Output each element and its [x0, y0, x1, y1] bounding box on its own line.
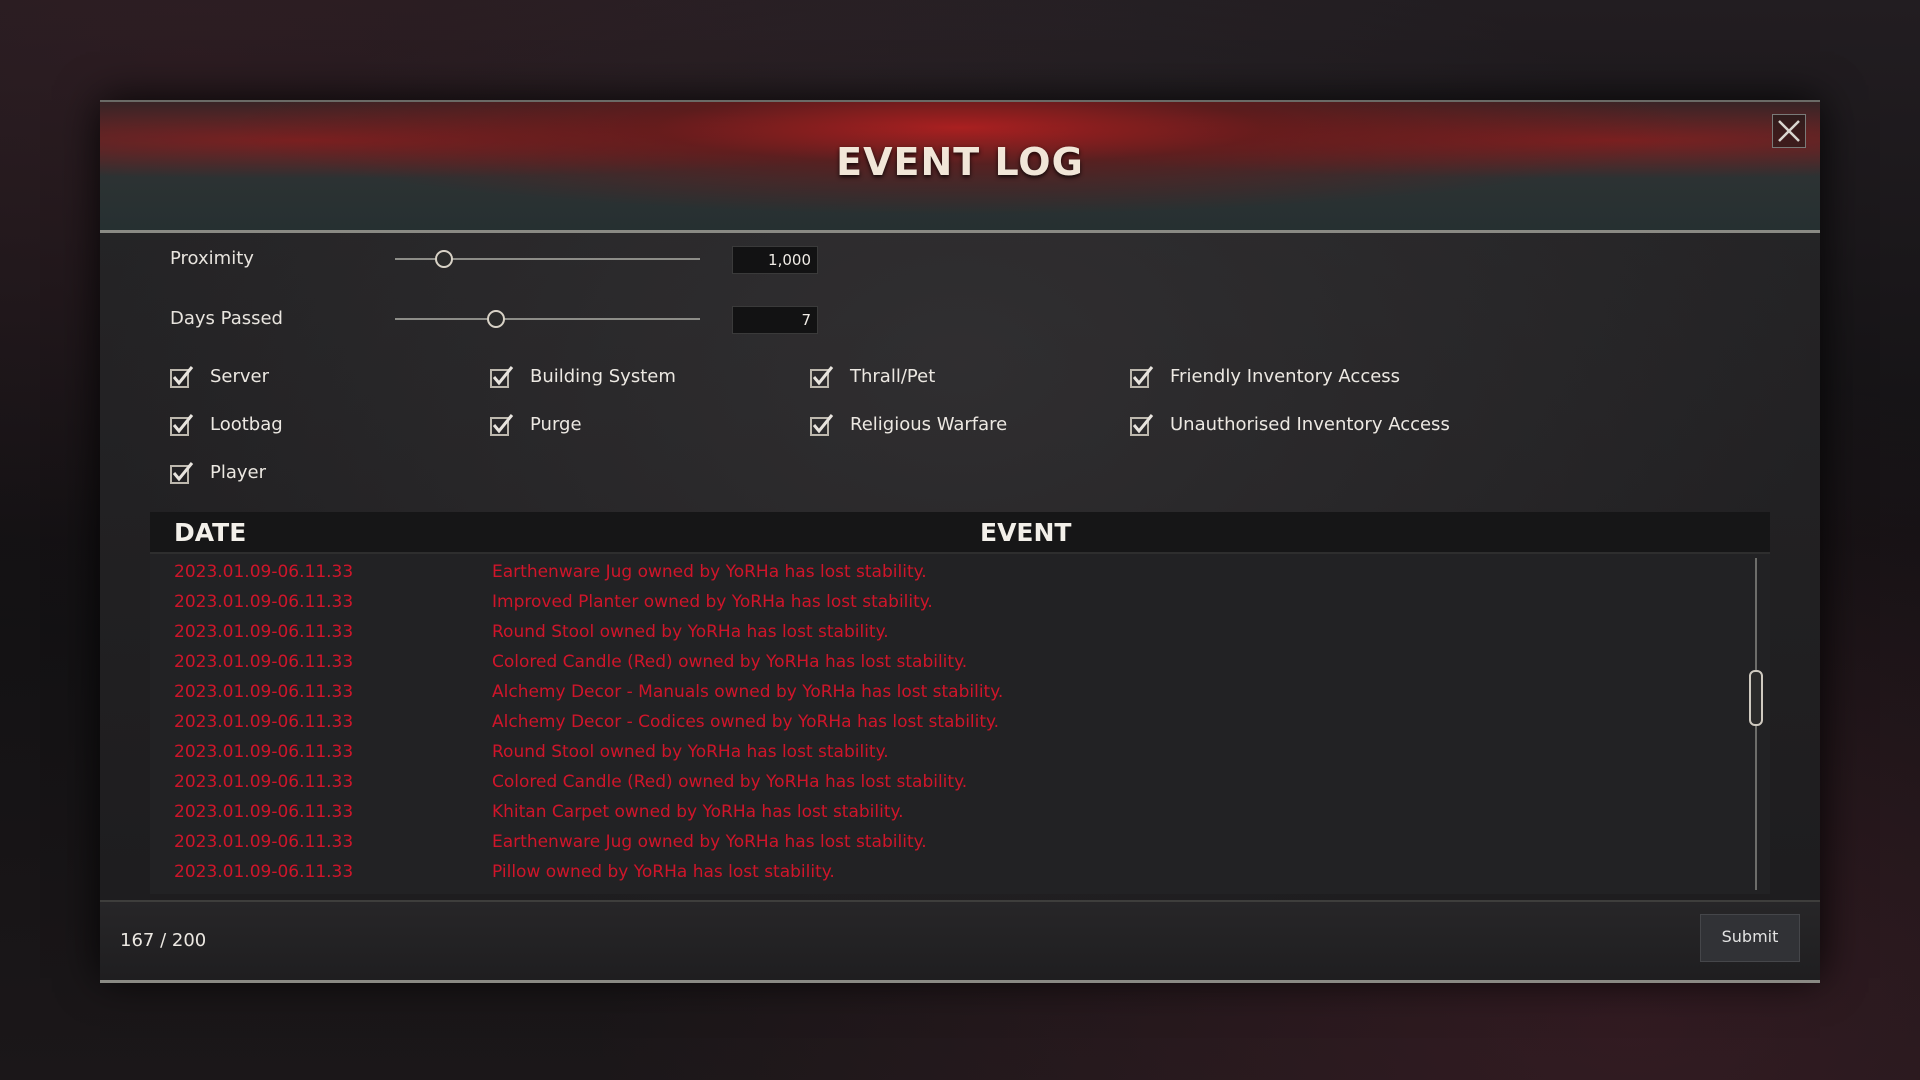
- checkbox-checked-icon: [810, 413, 834, 436]
- event-date: 2023.01.09-06.11.33: [174, 832, 354, 852]
- table-header: DATE EVENT: [150, 512, 1770, 554]
- table-row: 2023.01.09-06.11.33 Pillow owned by YoRHa…: [150, 858, 1740, 888]
- event-text: Earthenware Jug owned by YoRHa has lost …: [492, 832, 927, 852]
- table-row: 2023.01.09-06.11.33 Khitan Carpet owned b…: [150, 798, 1740, 828]
- close-button[interactable]: [1772, 114, 1806, 148]
- window-title: EVENT LOG: [836, 140, 1084, 184]
- category-label: Religious Warfare: [850, 413, 1008, 435]
- checkbox-checked-icon: [170, 365, 194, 388]
- event-text: Round Stool owned by YoRHa has lost stab…: [492, 742, 889, 762]
- table-row: 2023.01.09-06.11.33 Round Stool owned by …: [150, 618, 1740, 648]
- proximity-label: Proximity: [170, 248, 254, 269]
- event-log-window: EVENT LOG Proximity 1,000 Days Passed 7 …: [100, 100, 1820, 983]
- checkbox-checked-icon: [170, 461, 194, 484]
- event-text: Khitan Carpet owned by YoRHa has lost st…: [492, 802, 904, 822]
- slider-track: [395, 318, 700, 320]
- event-date: 2023.01.09-06.11.33: [174, 592, 354, 612]
- category-checkbox[interactable]: Purge: [490, 410, 582, 438]
- category-label: Thrall/Pet: [850, 365, 936, 387]
- slider-knob[interactable]: [486, 310, 505, 328]
- days-passed-slider[interactable]: [395, 309, 700, 329]
- event-text: Improved Planter owned by YoRHa has lost…: [492, 592, 933, 612]
- table-row: 2023.01.09-06.11.33 Colored Candle (Red) …: [150, 648, 1740, 678]
- close-icon: [1778, 120, 1800, 142]
- proximity-input[interactable]: 1,000: [732, 246, 818, 274]
- category-checkbox[interactable]: Player: [170, 458, 266, 486]
- checkbox-checked-icon: [170, 413, 194, 436]
- table-row: 2023.01.09-06.11.33 Alchemy Decor - Codic…: [150, 708, 1740, 738]
- event-date: 2023.01.09-06.11.33: [174, 712, 354, 732]
- category-label: Server: [210, 365, 270, 387]
- window-header: EVENT LOG: [100, 100, 1820, 233]
- event-text: Pillow owned by YoRHa has lost stability…: [492, 862, 835, 882]
- checkbox-checked-icon: [1130, 365, 1154, 388]
- table-row: 2023.01.09-06.11.33 Improved Planter owne…: [150, 588, 1740, 618]
- category-checkbox[interactable]: Religious Warfare: [810, 410, 1007, 438]
- table-row: 2023.01.09-06.11.33 Alchemy Decor - Manua…: [150, 678, 1740, 708]
- category-checkbox[interactable]: Unauthorised Inventory Access: [1130, 410, 1450, 438]
- category-label: Purge: [530, 413, 582, 435]
- category-label: Unauthorised Inventory Access: [1170, 413, 1450, 435]
- category-checkbox[interactable]: Building System: [490, 362, 676, 390]
- event-date: 2023.01.09-06.11.33: [174, 682, 354, 702]
- category-checkbox[interactable]: Friendly Inventory Access: [1130, 362, 1400, 390]
- checkbox-checked-icon: [1130, 413, 1154, 436]
- table-row: 2023.01.09-06.11.33 Colored Candle (Red) …: [150, 768, 1740, 798]
- table-row: 2023.01.09-06.11.33 Round Stool owned by …: [150, 738, 1740, 768]
- checkbox-checked-icon: [490, 365, 514, 388]
- category-label: Friendly Inventory Access: [1170, 365, 1401, 387]
- category-checkbox[interactable]: Lootbag: [170, 410, 283, 438]
- event-column-header: EVENT: [980, 518, 1072, 547]
- proximity-slider[interactable]: [395, 249, 700, 269]
- event-text: Colored Candle (Red) owned by YoRHa has …: [492, 772, 968, 792]
- checkbox-checked-icon: [490, 413, 514, 436]
- event-date: 2023.01.09-06.11.33: [174, 772, 354, 792]
- checkbox-checked-icon: [810, 365, 834, 388]
- days-passed-input[interactable]: 7: [732, 306, 818, 334]
- category-label: Player: [210, 461, 267, 483]
- event-text: Alchemy Decor - Manuals owned by YoRHa h…: [492, 682, 1004, 702]
- event-date: 2023.01.09-06.11.33: [174, 562, 354, 582]
- event-text: Colored Candle (Red) owned by YoRHa has …: [492, 652, 968, 672]
- category-label: Lootbag: [210, 413, 283, 435]
- category-checkbox[interactable]: Thrall/Pet: [810, 362, 935, 390]
- table-row: 2023.01.09-06.11.33 Earthenware Jug owned…: [150, 558, 1740, 588]
- window-footer: 167 / 200 Submit: [100, 900, 1820, 983]
- event-list[interactable]: 2023.01.09-06.11.33 Earthenware Jug owned…: [150, 554, 1770, 894]
- event-date: 2023.01.09-06.11.33: [174, 802, 354, 822]
- event-date: 2023.01.09-06.11.33: [174, 652, 354, 672]
- event-text: Earthenware Jug owned by YoRHa has lost …: [492, 562, 927, 582]
- days-passed-label: Days Passed: [170, 308, 283, 329]
- event-text: Alchemy Decor - Codices owned by YoRHa h…: [492, 712, 1000, 732]
- event-text: Round Stool owned by YoRHa has lost stab…: [492, 622, 889, 642]
- table-row: 2023.01.09-06.11.33 Earthenware Jug owned…: [150, 828, 1740, 858]
- scrollbar-thumb[interactable]: [1749, 670, 1763, 726]
- event-date: 2023.01.09-06.11.33: [174, 742, 354, 762]
- date-column-header: DATE: [174, 518, 247, 547]
- category-checkbox[interactable]: Server: [170, 362, 269, 390]
- event-date: 2023.01.09-06.11.33: [174, 622, 354, 642]
- submit-button[interactable]: Submit: [1700, 914, 1800, 962]
- category-label: Building System: [530, 365, 676, 387]
- event-count: 167 / 200: [120, 930, 207, 951]
- event-date: 2023.01.09-06.11.33: [174, 862, 354, 882]
- slider-knob[interactable]: [434, 250, 453, 268]
